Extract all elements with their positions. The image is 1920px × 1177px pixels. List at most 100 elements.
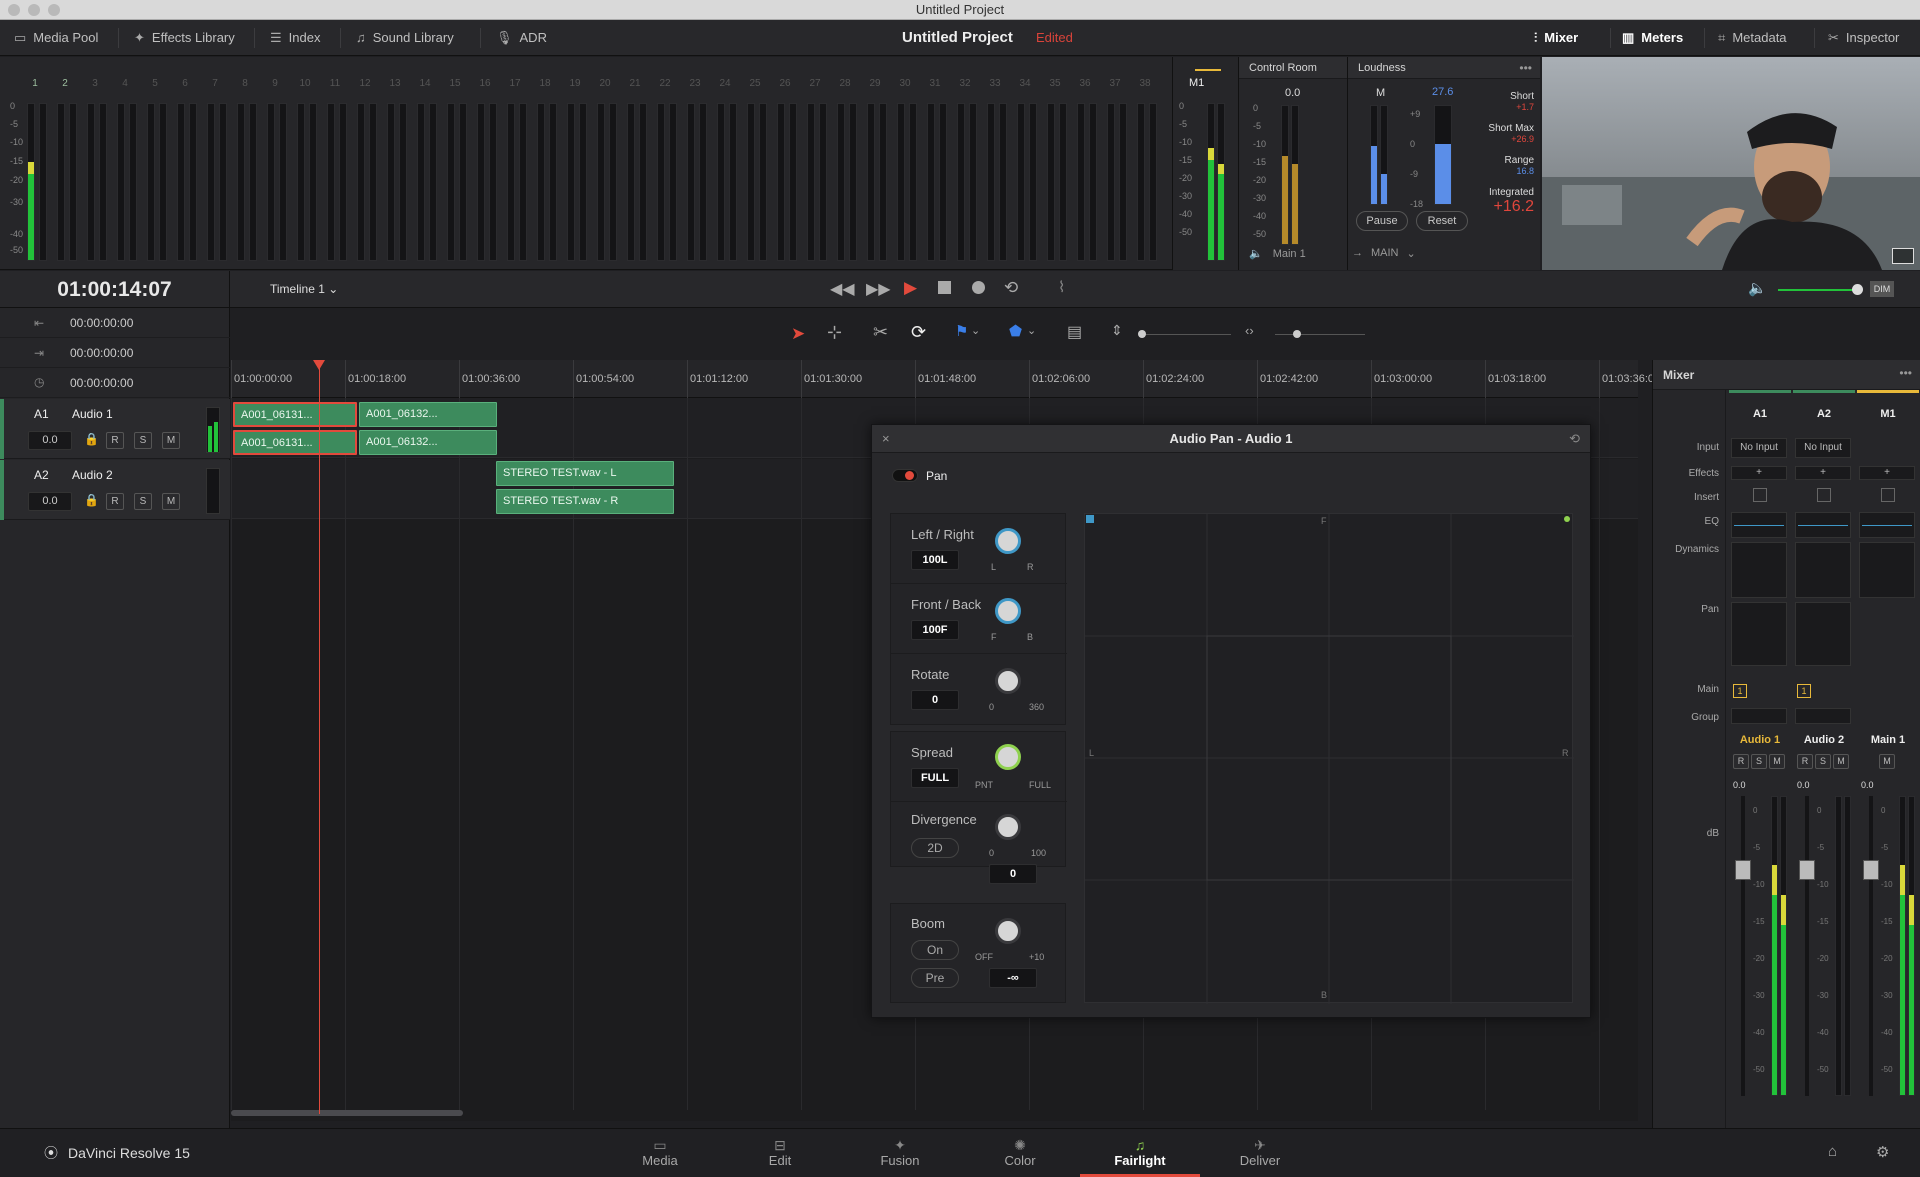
pan-position-grid[interactable]: F B L R	[1084, 513, 1574, 1004]
metadata-toggle-button[interactable]: ⌗ Metadata	[1718, 20, 1787, 56]
pan-enable-toggle[interactable]	[892, 469, 918, 482]
vertical-zoom-icon[interactable]: ⇕	[1111, 322, 1123, 339]
play-icon[interactable]: ▶	[904, 278, 917, 298]
sound-library-button[interactable]: ♫ Sound Library	[356, 20, 454, 56]
mute-button[interactable]: M	[162, 432, 180, 449]
track-volume-field[interactable]: 0.0	[28, 431, 72, 450]
group-field[interactable]	[1731, 708, 1787, 724]
audio-clip[interactable]: STEREO TEST.wav - L	[496, 461, 674, 486]
fader-handle[interactable]	[1799, 860, 1815, 880]
flag-icon[interactable]: ⚑	[955, 322, 968, 340]
record-arm-button[interactable]: R	[1733, 754, 1749, 769]
mute-button[interactable]: M	[1769, 754, 1785, 769]
group-field[interactable]	[1795, 708, 1851, 724]
eq-thumbnail[interactable]	[1795, 512, 1851, 538]
horizontal-zoom-icon[interactable]: ‹›	[1245, 323, 1254, 338]
boom-pre-button[interactable]: Pre	[911, 968, 959, 988]
input-selector[interactable]: No Input	[1795, 438, 1851, 458]
fast-forward-icon[interactable]: ▶▶	[866, 279, 891, 299]
effects-library-button[interactable]: ✦ Effects Library	[134, 20, 235, 56]
monitor-volume-handle[interactable]	[1852, 284, 1863, 295]
chevron-down-icon[interactable]: ⌄	[1027, 324, 1036, 337]
playhead-timecode[interactable]: 01:00:14:07	[0, 271, 230, 308]
fader-track[interactable]	[1805, 796, 1809, 1096]
solo-button[interactable]: S	[1751, 754, 1767, 769]
add-effect-button[interactable]: +	[1859, 466, 1915, 480]
page-tab-edit[interactable]: ⊟ Edit	[720, 1129, 840, 1177]
dynamics-thumbnail[interactable]	[1731, 542, 1787, 598]
inspector-toggle-button[interactable]: ✂ Inspector	[1828, 20, 1899, 56]
close-window-button[interactable]	[8, 4, 20, 16]
page-tab-fairlight[interactable]: ♫ Fairlight	[1080, 1129, 1200, 1177]
mixer-toggle-button[interactable]: ⫶ Mixer	[1534, 20, 1578, 56]
rotate-knob[interactable]	[995, 668, 1021, 694]
fader-track[interactable]	[1741, 796, 1745, 1096]
range-select-icon[interactable]: ⊹	[827, 322, 842, 343]
main-bus-assign[interactable]: 1	[1733, 684, 1747, 698]
boom-on-button[interactable]: On	[911, 940, 959, 960]
record-arm-button[interactable]: R	[106, 432, 124, 449]
track-name[interactable]: Audio 2	[72, 468, 113, 482]
page-tab-deliver[interactable]: ✈ Deliver	[1200, 1129, 1320, 1177]
timeline-selector[interactable]: Timeline 1 ⌄	[270, 271, 338, 308]
input-selector[interactable]: No Input	[1731, 438, 1787, 458]
insert-toggle[interactable]	[1817, 488, 1831, 502]
marker-icon[interactable]: ⬟	[1009, 322, 1022, 340]
pointer-tool-icon[interactable]: ➤	[791, 324, 805, 344]
more-options-icon[interactable]: •••	[1899, 366, 1912, 380]
audio-clip[interactable]: STEREO TEST.wav - R	[496, 489, 674, 514]
audio-clip[interactable]: A001_06131...	[233, 430, 357, 455]
track-header-a2[interactable]: A2 Audio 2 0.0 🔒 R S M	[0, 460, 230, 520]
pan-thumbnail[interactable]	[1731, 602, 1787, 666]
solo-button[interactable]: S	[134, 432, 152, 449]
control-room-footer[interactable]: 🔈 Main 1	[1249, 247, 1306, 261]
horizontal-zoom-handle[interactable]	[1293, 330, 1301, 338]
lock-icon[interactable]: 🔒	[84, 493, 99, 507]
pan-thumbnail[interactable]	[1795, 602, 1851, 666]
automation-icon[interactable]: ⌇	[1058, 278, 1065, 296]
loop-icon[interactable]: ⟲	[1004, 278, 1018, 298]
track-height-icon[interactable]: ▤	[1067, 322, 1082, 342]
audio-clip[interactable]: A001_06131...	[233, 402, 357, 427]
track-name[interactable]: Audio 1	[72, 407, 113, 421]
chevron-down-icon[interactable]: ⌄	[971, 324, 980, 337]
monitor-volume-slider[interactable]	[1778, 289, 1860, 291]
fader-handle[interactable]	[1735, 860, 1751, 880]
eq-thumbnail[interactable]	[1859, 512, 1915, 538]
more-options-icon[interactable]: •••	[1519, 61, 1532, 75]
zoom-window-button[interactable]	[48, 4, 60, 16]
left-right-knob[interactable]	[995, 528, 1021, 554]
divergence-value[interactable]: 0	[989, 864, 1037, 884]
divergence-knob[interactable]	[995, 814, 1021, 840]
mute-button[interactable]: M	[1833, 754, 1849, 769]
playhead[interactable]	[313, 360, 325, 1114]
main-bus-assign[interactable]: 1	[1797, 684, 1811, 698]
loudness-output-select[interactable]: → MAIN ⌄	[1352, 247, 1416, 260]
track-volume-field[interactable]: 0.0	[28, 492, 72, 511]
solo-button[interactable]: S	[1815, 754, 1831, 769]
lock-icon[interactable]: 🔒	[84, 432, 99, 446]
add-effect-button[interactable]: +	[1731, 466, 1787, 480]
snapping-icon[interactable]: ⟳	[911, 322, 926, 343]
fader-track[interactable]	[1869, 796, 1873, 1096]
rewind-icon[interactable]: ◀◀	[830, 279, 855, 299]
spread-value[interactable]: FULL	[911, 768, 959, 788]
timeline-ruler[interactable]: 01:00:00:00 01:00:18:00 01:00:36:00 01:00:5…	[231, 360, 1660, 398]
viewer-fullscreen-icon[interactable]	[1892, 248, 1914, 264]
audio-clip[interactable]: A001_06132...	[359, 430, 497, 455]
loudness-pause-button[interactable]: Pause	[1356, 211, 1408, 231]
mute-button[interactable]: M	[1879, 754, 1895, 769]
spread-knob[interactable]	[995, 744, 1021, 770]
record-arm-button[interactable]: R	[106, 493, 124, 510]
page-tab-fusion[interactable]: ✦ Fusion	[840, 1129, 960, 1177]
add-effect-button[interactable]: +	[1795, 466, 1851, 480]
close-icon[interactable]: ×	[882, 425, 890, 453]
record-icon[interactable]	[972, 281, 985, 294]
track-header-a1[interactable]: A1 Audio 1 0.0 🔒 R S M	[0, 399, 230, 459]
razor-icon[interactable]: ✂	[873, 322, 888, 343]
adr-button[interactable]: 🎙 ADR	[496, 20, 547, 56]
solo-button[interactable]: S	[134, 493, 152, 510]
dynamics-thumbnail[interactable]	[1795, 542, 1851, 598]
front-back-value[interactable]: 100F	[911, 620, 959, 640]
vertical-zoom-slider[interactable]	[1141, 334, 1231, 335]
